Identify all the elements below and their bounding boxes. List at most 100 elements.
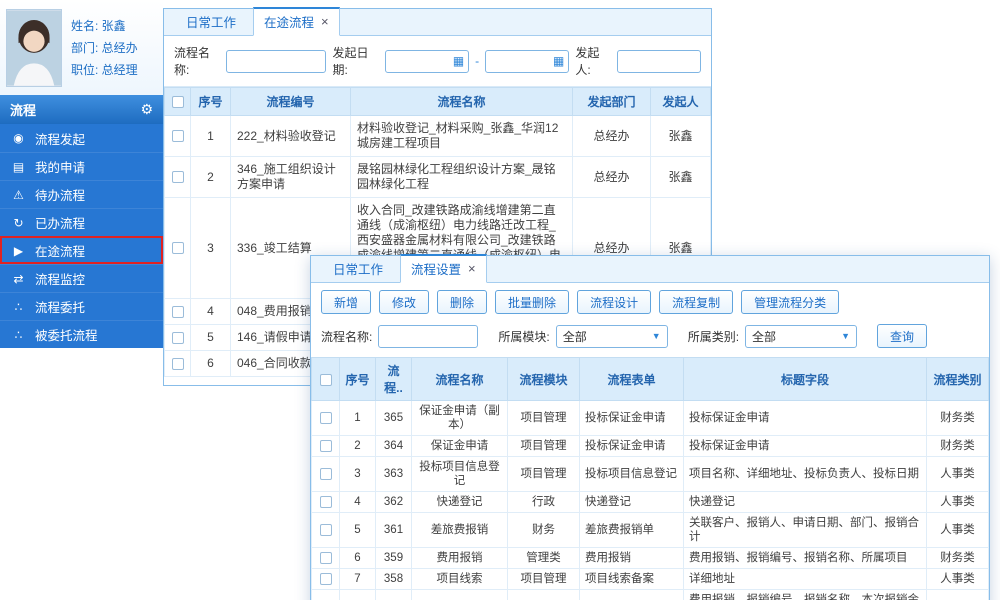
sidebar-item-icon: ∴: [11, 328, 26, 342]
sidebar-item-icon: ⇄: [11, 272, 26, 286]
sidebar-item-icon: ∴: [11, 300, 26, 314]
row-checkbox[interactable]: [320, 440, 332, 452]
row-checkbox[interactable]: [172, 130, 184, 142]
table-row[interactable]: 3 363 投标项目信息登记 项目管理 投标项目信息登记 项目名称、详细地址、投…: [312, 457, 989, 492]
table-row[interactable]: 1 365 保证金申请（副本） 项目管理 投标保证金申请 投标保证金申请 财务类: [312, 401, 989, 436]
row-checkbox[interactable]: [172, 242, 184, 254]
sidebar-header: 流程 ⚙: [0, 95, 163, 124]
cell-no: 6: [191, 351, 231, 377]
row-checkbox[interactable]: [172, 332, 184, 344]
col-form: 流程表单: [580, 358, 684, 401]
cell-module: 项目管理: [508, 457, 580, 492]
table-row[interactable]: 2 346_施工组织设计方案申请 晟铭园林绿化工程组织设计方案_晟铭园林绿化工程…: [165, 157, 711, 198]
row-checkbox[interactable]: [320, 468, 332, 480]
sidebar-item[interactable]: ▶ 在途流程: [0, 236, 163, 264]
cell-module: 项目管理: [508, 436, 580, 457]
batch-delete-button[interactable]: 批量删除: [495, 290, 569, 314]
cell-no: 3: [191, 198, 231, 299]
cell-no: 6: [340, 548, 376, 569]
tab-process-settings[interactable]: 流程设置 ×: [400, 254, 487, 283]
cell-code: 364: [376, 436, 412, 457]
window2-tab-bar: 日常工作 流程设置 ×: [311, 256, 989, 283]
table-row[interactable]: 7 358 项目线索 项目管理 项目线索备案 详细地址 人事类: [312, 569, 989, 590]
cell-title-fields: 费用报销、报销编号、报销名称、本次报销金额: [684, 590, 927, 600]
process-design-button[interactable]: 流程设计: [577, 290, 651, 314]
initiator-label: 发起人:: [575, 44, 611, 78]
manage-category-button[interactable]: 管理流程分类: [741, 290, 839, 314]
row-checkbox[interactable]: [320, 524, 332, 536]
cell-code: 357: [376, 590, 412, 600]
tab-in-progress-processes[interactable]: 在途流程 ×: [253, 7, 340, 36]
module-select[interactable]: 全部 ▼: [556, 325, 668, 348]
sidebar-item[interactable]: ⇄ 流程监控: [0, 264, 163, 292]
cell-category: 财务类: [927, 436, 989, 457]
process-name-input[interactable]: [226, 50, 326, 73]
start-date-to-input[interactable]: ▦: [485, 50, 569, 73]
select-all-cell: [165, 88, 191, 116]
row-checkbox[interactable]: [320, 573, 332, 585]
cell-form: 差旅费报销单: [580, 513, 684, 548]
search-button[interactable]: 查询: [877, 324, 927, 348]
process-settings-table: 序号 流程.. 流程名称 流程模块 流程表单 标题字段 流程类别 1 365 保…: [311, 357, 989, 600]
row-checkbox[interactable]: [172, 306, 184, 318]
sidebar-item[interactable]: ∴ 被委托流程: [0, 320, 163, 348]
row-checkbox[interactable]: [320, 496, 332, 508]
cell-code: 346_施工组织设计方案申请: [231, 157, 351, 198]
cell-no: 3: [340, 457, 376, 492]
sidebar-item[interactable]: ⚠ 待办流程: [0, 180, 163, 208]
sidebar-item[interactable]: ◉ 流程发起: [0, 124, 163, 152]
sidebar-item-label: 已办流程: [35, 213, 85, 232]
row-checkbox[interactable]: [320, 552, 332, 564]
select-all-checkbox[interactable]: [320, 374, 332, 386]
cell-name: 保证金申请: [412, 436, 508, 457]
row-select-cell: [165, 198, 191, 299]
sidebar-item-label: 待办流程: [35, 185, 85, 204]
sidebar-item-icon: ↻: [11, 216, 26, 230]
sidebar-item[interactable]: ∴ 流程委托: [0, 292, 163, 320]
row-checkbox[interactable]: [172, 358, 184, 370]
select-all-checkbox[interactable]: [172, 96, 184, 108]
cell-form: 快递登记: [580, 492, 684, 513]
delete-button[interactable]: 删除: [437, 290, 487, 314]
category-select[interactable]: 全部 ▼: [745, 325, 857, 348]
table-row[interactable]: 5 361 差旅费报销 财务 差旅费报销单 关联客户、报销人、申请日期、部门、报…: [312, 513, 989, 548]
table-row[interactable]: 4 362 快递登记 行政 快递登记 快递登记 人事类: [312, 492, 989, 513]
date-separator: -: [475, 54, 479, 68]
table-row[interactable]: 6 359 费用报销 管理类 费用报销 费用报销、报销编号、报销名称、所属项目 …: [312, 548, 989, 569]
initiator-input[interactable]: [617, 50, 701, 73]
close-icon[interactable]: ×: [468, 262, 476, 275]
user-title: 职位: 总经理: [71, 59, 138, 81]
process-name-input-2[interactable]: [378, 325, 478, 348]
col-no: 序号: [340, 358, 376, 401]
tab-daily-work[interactable]: 日常工作: [172, 8, 250, 35]
sidebar-item-label: 被委托流程: [35, 325, 98, 344]
close-icon[interactable]: ×: [321, 15, 329, 28]
cell-module: 项目管理: [508, 401, 580, 436]
start-date-from-input[interactable]: ▦: [385, 50, 469, 73]
row-checkbox[interactable]: [320, 412, 332, 424]
row-checkbox[interactable]: [172, 171, 184, 183]
row-select-cell: [312, 401, 340, 436]
cell-module: 行政: [508, 492, 580, 513]
calendar-icon[interactable]: ▦: [553, 54, 564, 68]
cell-no: 2: [340, 436, 376, 457]
cell-title-fields: 项目名称、详细地址、投标负责人、投标日期: [684, 457, 927, 492]
calendar-icon[interactable]: ▦: [453, 54, 464, 68]
table-row[interactable]: 1 222_材料验收登记 材料验收登记_材料采购_张鑫_华润12城房建工程项目 …: [165, 116, 711, 157]
table-row[interactable]: 2 364 保证金申请 项目管理 投标保证金申请 投标保证金申请 财务类: [312, 436, 989, 457]
table-row[interactable]: 8 357 测试费用报销 财务 费用报销 费用报销、报销编号、报销名称、本次报销…: [312, 590, 989, 600]
window-process-settings: 日常工作 流程设置 × 新增 修改 删除 批量删除 流程设计 流程复制 管理流程…: [310, 255, 990, 600]
add-button[interactable]: 新增: [321, 290, 371, 314]
sidebar-item[interactable]: ▤ 我的申请: [0, 152, 163, 180]
process-copy-button[interactable]: 流程复制: [659, 290, 733, 314]
tab-daily-work-2[interactable]: 日常工作: [319, 255, 397, 282]
cell-title-fields: 关联客户、报销人、申请日期、部门、报销合计: [684, 513, 927, 548]
sidebar-item-label: 流程委托: [35, 297, 85, 316]
sidebar-item[interactable]: ↻ 已办流程: [0, 208, 163, 236]
cell-name: 快递登记: [412, 492, 508, 513]
cell-category: 财务类: [927, 590, 989, 600]
edit-button[interactable]: 修改: [379, 290, 429, 314]
gear-icon[interactable]: ⚙: [140, 101, 153, 118]
sidebar-item-icon: ◉: [11, 131, 26, 145]
cell-category: 财务类: [927, 548, 989, 569]
